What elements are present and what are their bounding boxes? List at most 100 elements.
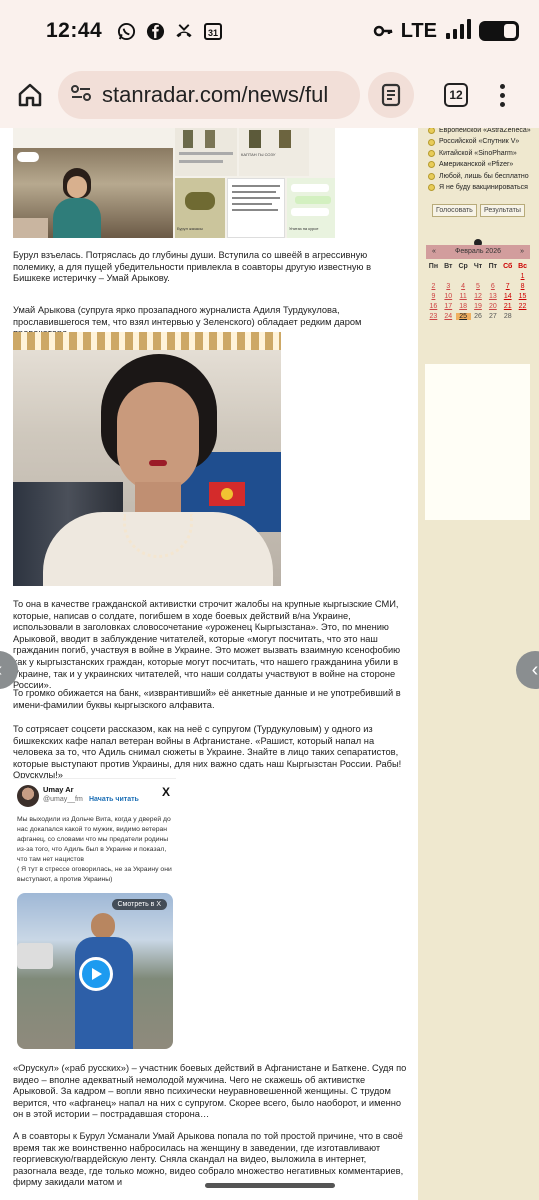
calendar-day[interactable]: 7: [500, 283, 515, 290]
calendar-day-name: Сб: [503, 263, 513, 270]
calendar-day[interactable]: 19: [471, 303, 486, 310]
calendar-day[interactable]: 9: [426, 293, 441, 300]
tab-switcher-button[interactable]: 12: [444, 83, 468, 107]
poll-option[interactable]: Я не буду вакцинироваться: [428, 182, 528, 193]
calendar-next-link[interactable]: »: [520, 245, 524, 259]
collage-photo-woman: [13, 148, 173, 238]
radio-button[interactable]: [428, 184, 435, 192]
calendar-day-name: Вс: [518, 263, 528, 270]
calendar-day[interactable]: 18: [456, 303, 471, 310]
calendar-day[interactable]: 6: [485, 283, 500, 290]
calendar-day[interactable]: 10: [441, 293, 456, 300]
article-column: КАПТАН ГЫ СОЗУ Бурул жазасы Унитаз на ку…: [0, 128, 418, 1200]
calendar-day[interactable]: 11: [456, 293, 471, 300]
calendar-empty-cell: [441, 273, 456, 280]
play-icon: [92, 968, 102, 980]
calendar-day-name: Пт: [488, 263, 498, 270]
calendar-empty-cell: [485, 273, 500, 280]
calendar-grid: Пн Вт Ср Чт Пт Сб Вс 1 2 3 4 5 6 7 8 9 10 11 12 13 14 15 16 17 1…: [426, 263, 530, 320]
calendar-day[interactable]: 26: [471, 313, 486, 320]
sidebar-ad-slot: [425, 364, 530, 520]
home-button[interactable]: [12, 77, 48, 113]
poll-option[interactable]: Американской «Pfizer»: [428, 159, 528, 170]
tweet-avatar[interactable]: [17, 785, 39, 807]
calendar-day-name: Вт: [444, 263, 453, 270]
reader-mode-button[interactable]: [368, 72, 414, 118]
signal-icon: [445, 18, 471, 45]
calendar-day[interactable]: 8: [515, 283, 530, 290]
collage-photo-hat: Бурул жазасы: [175, 178, 225, 238]
watch-on-x-label[interactable]: Смотреть в X: [111, 899, 167, 910]
results-button[interactable]: Результаты: [480, 204, 525, 217]
calendar-day[interactable]: 24: [441, 313, 456, 320]
gesture-home-indicator[interactable]: [205, 1183, 335, 1188]
woman-face: [117, 382, 199, 492]
poll-option[interactable]: Российской «Спутник V»: [428, 136, 528, 147]
overflow-menu-button[interactable]: [498, 83, 506, 107]
tweet-follow-link[interactable]: Начать читать: [89, 796, 139, 803]
calendar-header: « Февраль 2026 »: [426, 245, 530, 259]
calendar-empty-cell: [471, 273, 486, 280]
x-logo-icon[interactable]: X: [162, 785, 170, 799]
calendar-icon: 31: [203, 21, 223, 41]
poll-option[interactable]: Европейской «AstraZeneca»: [428, 128, 531, 136]
battery-icon: [479, 21, 519, 41]
calendar-day[interactable]: 12: [471, 293, 486, 300]
calendar-day[interactable]: 14: [500, 293, 515, 300]
video-car: [17, 943, 53, 969]
calendar-day[interactable]: 2: [426, 283, 441, 290]
radio-button[interactable]: [428, 138, 435, 146]
calendar-day[interactable]: 15: [515, 293, 530, 300]
calendar-day[interactable]: 22: [515, 303, 530, 310]
calendar-day[interactable]: 1: [515, 273, 530, 280]
calendar-day[interactable]: 17: [441, 303, 456, 310]
calendar-day[interactable]: 28: [500, 313, 515, 320]
calendar-prev-link[interactable]: «: [432, 245, 436, 259]
vote-button[interactable]: Голосовать: [432, 204, 477, 217]
tweet-author-name[interactable]: Umay Ar: [43, 785, 74, 794]
address-bar[interactable]: stanradar.com/news/ful: [58, 71, 360, 119]
radio-button[interactable]: [428, 150, 435, 158]
flag: [209, 482, 245, 506]
tweet-author-handle[interactable]: @umay__fm: [43, 796, 83, 803]
tweet-video[interactable]: Смотреть в X: [17, 893, 173, 1049]
calendar-day[interactable]: 23: [426, 313, 441, 320]
calendar-day[interactable]: 27: [485, 313, 500, 320]
url-text[interactable]: stanradar.com/news/ful: [102, 82, 328, 108]
calendar-day[interactable]: 3: [441, 283, 456, 290]
article-photo-umay-arykova: [13, 332, 281, 586]
calendar-day[interactable]: 20: [485, 303, 500, 310]
reader-mode-icon: [381, 83, 401, 107]
calendar-empty-cell: [426, 273, 441, 280]
poll-option[interactable]: Китайской «SinoPharm»: [428, 148, 528, 159]
calendar-month-label: Февраль 2026: [455, 248, 501, 255]
radio-button[interactable]: [428, 172, 435, 180]
site-settings-icon[interactable]: [70, 82, 92, 109]
calendar-day[interactable]: 5: [471, 283, 486, 290]
network-type: LTE: [400, 19, 437, 42]
whatsapp-icon: [116, 21, 136, 41]
poll-option[interactable]: Любой, лишь бы бесплатно: [428, 171, 529, 182]
ceiling-decor: [13, 332, 281, 350]
radio-button[interactable]: [428, 128, 435, 135]
calendar-day[interactable]: 21: [500, 303, 515, 310]
calendar-empty-cell: [515, 313, 530, 320]
notification-icons: 31: [116, 21, 223, 41]
play-button[interactable]: [79, 957, 113, 991]
calendar-day[interactable]: 25: [455, 313, 471, 320]
article-paragraph: «Орускул» («раб русских») – участник бое…: [13, 1063, 407, 1120]
calendar-day[interactable]: 13: [485, 293, 500, 300]
key-icon: [373, 21, 393, 41]
calendar-day[interactable]: 16: [426, 303, 441, 310]
article-paragraph: То громко обижается на банк, «изврантивш…: [13, 688, 401, 710]
collage-caption: КАПТАН ГЫ СОЗУ: [241, 152, 276, 157]
home-icon: [18, 83, 42, 107]
radio-button[interactable]: [428, 161, 435, 169]
calendar-day[interactable]: 4: [456, 283, 471, 290]
calendar-day-name: Ср: [458, 263, 468, 270]
collage-screenshot-chat: Унитаз на курсе: [287, 178, 335, 238]
article-paragraph: Бурул взъелась. Потряслась до глубины ду…: [13, 250, 372, 284]
calendar-empty-cell: [500, 273, 515, 280]
status-bar: 12:44 31 LTE: [0, 0, 539, 62]
embedded-tweet[interactable]: Umay Ar @umay__fm Начать читать X Мы вых…: [13, 778, 176, 1052]
